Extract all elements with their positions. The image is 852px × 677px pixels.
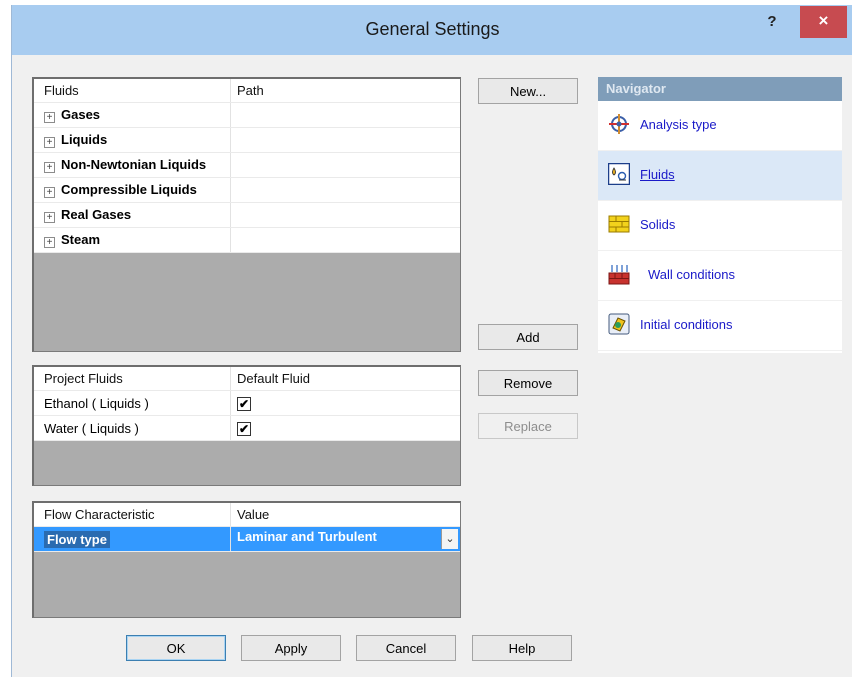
nav-label: Solids [640,217,676,232]
navigator-panel: Navigator Analysis type Fluids Solids Wa… [598,77,842,353]
expand-icon[interactable]: + [44,212,55,223]
expand-icon[interactable]: + [44,137,55,148]
add-button[interactable]: Add [478,324,578,350]
nav-label: Wall conditions [648,267,735,282]
wall-conditions-icon [608,265,630,285]
nav-item-wall-conditions[interactable]: Wall conditions [598,251,842,301]
project-fluid-row[interactable]: Water ( Liquids ) ✔ [34,415,460,441]
value-column-header: Value [230,503,460,527]
fluid-group-row[interactable]: + Compressible Liquids [34,177,460,203]
dialog-title: General Settings [365,19,500,39]
flow-characteristic-grid: Flow Characteristic Value Flow type Lami… [32,501,461,618]
analysis-type-icon [609,114,629,134]
default-fluid-column-header: Default Fluid [230,367,460,391]
close-button[interactable]: × [800,6,847,38]
nav-label: Fluids [640,167,675,182]
solids-icon [608,215,630,233]
apply-button[interactable]: Apply [241,635,341,661]
new-button[interactable]: New... [478,78,578,104]
chevron-down-icon[interactable]: ⌄ [441,529,458,549]
project-fluid-row[interactable]: Ethanol ( Liquids ) ✔ [34,390,460,416]
nav-item-analysis-type[interactable]: Analysis type [598,101,842,151]
fluid-group-label: Gases [61,107,101,122]
title-bar[interactable]: General Settings ? × [12,5,852,55]
general-settings-dialog: General Settings ? × Fluids Path + Gases … [11,5,852,677]
flow-type-value[interactable]: Laminar and Turbulent [237,529,377,544]
nav-item-initial-conditions[interactable]: Initial conditions [598,301,842,351]
fluid-group-label: Liquids [61,132,108,147]
default-fluid-checkbox[interactable]: ✔ [237,396,251,411]
fluids-header-row: Fluids Path [34,79,460,103]
fluid-group-label: Steam [61,232,101,247]
expand-icon[interactable]: + [44,187,55,198]
fluids-grid: Fluids Path + Gases + Liquids + Non-Newtoni… [32,77,461,352]
project-fluids-header-row: Project Fluids Default Fluid [34,367,460,391]
ok-button[interactable]: OK [126,635,226,661]
flow-type-row[interactable]: Flow type Laminar and Turbulent ⌄ [34,526,460,552]
default-fluid-checkbox[interactable]: ✔ [237,421,251,436]
cancel-button[interactable]: Cancel [356,635,456,661]
flow-type-label: Flow type [44,530,110,548]
fluid-group-row[interactable]: + Steam [34,227,460,253]
fluid-group-row[interactable]: + Gases [34,102,460,128]
project-fluids-column-header: Project Fluids [34,367,231,391]
remove-button[interactable]: Remove [478,370,578,396]
project-fluid-name: Water ( Liquids ) [34,415,231,441]
nav-label: Initial conditions [640,317,733,332]
flow-characteristic-column-header: Flow Characteristic [34,503,231,527]
nav-label: Analysis type [640,117,717,132]
nav-item-solids[interactable]: Solids [598,201,842,251]
help-title-button[interactable]: ? [764,13,780,31]
fluids-icon [608,163,630,185]
expand-icon[interactable]: + [44,162,55,173]
replace-button[interactable]: Replace [478,413,578,439]
help-button[interactable]: Help [472,635,572,661]
expand-icon[interactable]: + [44,112,55,123]
project-fluid-name: Ethanol ( Liquids ) [34,390,231,416]
initial-conditions-icon [608,313,630,335]
nav-item-fluids[interactable]: Fluids [598,151,842,201]
expand-icon[interactable]: + [44,237,55,248]
flow-characteristic-header-row: Flow Characteristic Value [34,503,460,527]
fluid-group-label: Real Gases [61,207,132,222]
navigator-header: Navigator [598,77,842,101]
path-column-header: Path [230,79,460,103]
fluids-column-header: Fluids [34,79,231,103]
fluid-group-row[interactable]: + Real Gases [34,202,460,228]
fluid-group-row[interactable]: + Liquids [34,127,460,153]
project-fluids-grid: Project Fluids Default Fluid Ethanol ( L… [32,365,461,486]
fluid-group-label: Compressible Liquids [61,182,197,197]
fluid-group-label: Non-Newtonian Liquids [61,157,207,172]
fluid-group-row[interactable]: + Non-Newtonian Liquids [34,152,460,178]
